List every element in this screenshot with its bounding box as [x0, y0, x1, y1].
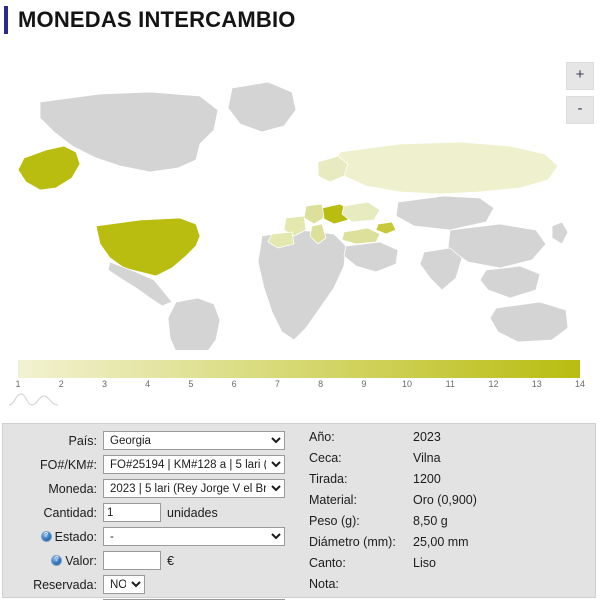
detail-row: Material: Oro (0,900) — [309, 493, 595, 513]
detail-value: 2023 — [413, 430, 441, 444]
detail-row: Diámetro (mm): 25,00 mm — [309, 535, 595, 555]
page-title: MONEDAS INTERCAMBIO — [18, 7, 296, 32]
detail-row: Peso (g): 8,50 g — [309, 514, 595, 534]
map-legend: 1 2 3 4 5 6 7 8 9 10 11 12 13 14 — [0, 352, 600, 410]
header-accent-bar — [4, 6, 8, 34]
map-zoom-controls[interactable]: + - — [566, 62, 594, 124]
field-row-valor: Valor: € — [3, 550, 299, 571]
detail-value: Liso — [413, 556, 436, 570]
detail-value: 8,50 g — [413, 514, 448, 528]
legend-tick: 4 — [145, 379, 151, 389]
detail-label: Material: — [309, 493, 357, 507]
detail-label: Año: — [309, 430, 335, 444]
detail-row: Nota: — [309, 577, 595, 597]
legend-tick: 6 — [231, 379, 237, 389]
estado-select[interactable]: - — [103, 527, 285, 546]
legend-tick: 7 — [274, 379, 280, 389]
world-map-panel[interactable]: + - — [0, 40, 600, 350]
legend-tick: 2 — [58, 379, 64, 389]
country-south-america[interactable] — [167, 297, 221, 350]
reservada-select[interactable]: NO — [103, 575, 145, 594]
valor-currency-label: € — [167, 553, 174, 568]
detail-row: Tirada: 1200 — [309, 472, 595, 492]
pais-select[interactable]: Georgia — [103, 431, 285, 450]
legend-tick: 1 — [15, 379, 21, 389]
country-russia[interactable] — [333, 141, 559, 195]
valor-label-group: Valor: — [3, 554, 103, 568]
detail-label: Nota: — [309, 577, 339, 591]
fokm-label: FO#/KM#: — [40, 457, 97, 472]
field-row-fokm: FO#/KM#: FO#25194 | KM#128 a | 5 lari (R… — [3, 454, 299, 475]
field-row-cantidad: Cantidad: unidades — [3, 502, 299, 523]
pais-label: País: — [68, 433, 98, 448]
distribution-icon — [8, 393, 59, 406]
legend-gradient-bar — [18, 360, 580, 378]
detail-row: Ceca: Vilna — [309, 451, 595, 471]
cantidad-label: Cantidad: — [43, 505, 97, 520]
legend-tick: 5 — [188, 379, 194, 389]
field-row-reservada: Reservada: NO — [3, 574, 299, 595]
cantidad-input[interactable] — [103, 503, 161, 522]
legend-tick: 8 — [318, 379, 324, 389]
valor-label: Valor: — [65, 553, 97, 568]
field-row-estado: Estado: - — [3, 526, 299, 547]
detail-label: Canto: — [309, 556, 346, 570]
detail-row: Año: 2023 — [309, 430, 595, 450]
legend-tick: 10 — [402, 379, 413, 389]
coin-details-column: Año: 2023 Ceca: Vilna Tirada: 1200 Material: Or… — [299, 424, 595, 597]
legend-tick: 12 — [488, 379, 499, 389]
legend-tick: 14 — [574, 379, 586, 389]
estado-help-icon[interactable] — [40, 531, 52, 542]
legend-tick: 11 — [445, 379, 455, 389]
estado-label-group: Estado: — [3, 530, 103, 544]
zoom-out-button[interactable]: - — [566, 96, 594, 124]
moneda-label: Moneda: — [48, 481, 97, 496]
legend-tick-labels: 1 2 3 4 5 6 7 8 9 10 11 12 13 14 — [15, 379, 585, 393]
estado-label: Estado: — [54, 529, 97, 544]
detail-value: 1200 — [413, 472, 441, 486]
moneda-select[interactable]: 2023 | 5 lari (Rey Jorge V el Brilla — [103, 479, 285, 498]
fokm-select[interactable]: FO#25194 | KM#128 a | 5 lari (Re — [103, 455, 285, 474]
coin-exchange-form: País: Georgia FO#/KM#: FO#25194 | KM#128… — [2, 423, 596, 600]
reservada-label: Reservada: — [33, 577, 97, 592]
detail-value: Oro (0,900) — [413, 493, 477, 507]
form-left-column: País: Georgia FO#/KM#: FO#25194 | KM#128… — [3, 424, 299, 600]
world-map-svg[interactable] — [0, 40, 600, 350]
valor-help-icon[interactable] — [51, 555, 63, 566]
detail-value: 25,00 mm — [413, 535, 469, 549]
detail-label: Ceca: — [309, 451, 342, 465]
page-root: MONEDAS INTERCAMBIO + - 1 2 3 4 5 6 7 8 … — [0, 0, 600, 600]
zoom-in-button[interactable]: + — [566, 62, 594, 90]
legend-tick: 13 — [531, 379, 542, 389]
detail-label: Tirada: — [309, 472, 348, 486]
field-row-moneda: Moneda: 2023 | 5 lari (Rey Jorge V el Br… — [3, 478, 299, 499]
valor-input[interactable] — [103, 551, 161, 570]
field-row-pais: País: Georgia — [3, 430, 299, 451]
cantidad-unit-label: unidades — [167, 505, 218, 520]
detail-label: Peso (g): — [309, 514, 360, 528]
detail-row: Canto: Liso — [309, 556, 595, 576]
page-header: MONEDAS INTERCAMBIO — [0, 0, 600, 40]
legend-tick: 3 — [101, 379, 107, 389]
legend-tick: 9 — [361, 379, 367, 389]
detail-label: Diámetro (mm): — [309, 535, 396, 549]
detail-value: Vilna — [413, 451, 441, 465]
